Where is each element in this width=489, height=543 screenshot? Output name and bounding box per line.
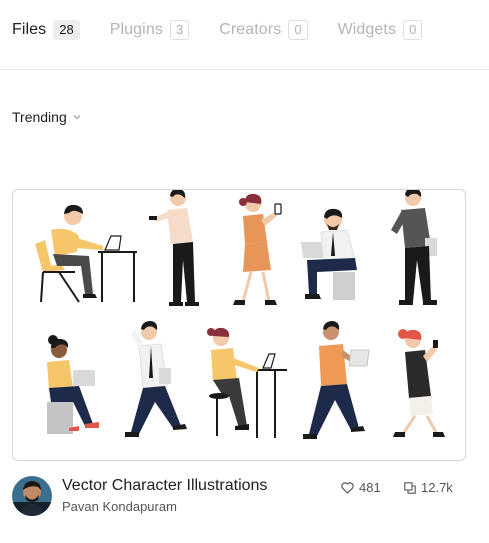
duplicate-count: 12.7k <box>421 480 453 495</box>
tab-plugins-label: Plugins <box>109 21 163 38</box>
chevron-down-icon <box>73 115 81 120</box>
figure-man-laptop-stool <box>301 208 357 300</box>
tab-widgets[interactable]: Widgets 0 <box>338 20 423 40</box>
duplicate-button[interactable]: 12.7k <box>404 480 453 495</box>
avatar-image <box>12 476 52 516</box>
tab-bar: Files 28 Plugins 3 Creators 0 Widgets 0 <box>12 17 452 43</box>
heart-icon <box>341 481 354 494</box>
character-illustrations-image <box>35 190 445 439</box>
file-author-name[interactable]: Pavan Kondapuram <box>62 499 177 514</box>
like-count: 481 <box>359 480 381 495</box>
tab-plugins-count: 3 <box>169 20 190 40</box>
file-title[interactable]: Vector Character Illustrations <box>62 477 267 495</box>
tab-files[interactable]: Files 28 <box>12 20 80 40</box>
tab-creators[interactable]: Creators 0 <box>219 20 308 40</box>
tab-creators-count: 0 <box>288 20 308 40</box>
tab-widgets-count: 0 <box>403 20 423 40</box>
tab-files-label: Files <box>12 21 47 38</box>
figure-standing-phone <box>149 190 199 306</box>
sort-dropdown-label: Trending <box>12 109 67 125</box>
tab-plugins[interactable]: Plugins 3 <box>109 20 190 40</box>
sort-dropdown[interactable]: Trending <box>12 109 81 125</box>
figure-sitting-desk <box>35 204 137 303</box>
figure-woman-high-table <box>207 327 287 438</box>
like-button[interactable]: 481 <box>341 480 381 495</box>
figure-woman-orange-dress <box>233 193 282 305</box>
figure-man-walking-phone <box>125 321 187 437</box>
figure-man-dark-shirt <box>391 190 437 305</box>
author-avatar[interactable] <box>12 476 52 516</box>
figure-woman-sitting-laptop <box>47 335 99 434</box>
tab-widgets-label: Widgets <box>337 21 397 38</box>
figure-woman-red-hair <box>393 329 445 437</box>
tab-creators-label: Creators <box>219 21 282 38</box>
file-thumbnail[interactable] <box>12 189 466 461</box>
duplicate-icon <box>404 481 416 494</box>
tab-files-count: 28 <box>53 20 80 40</box>
figure-man-orange-shirt <box>303 321 370 439</box>
tabs-divider <box>0 69 489 70</box>
